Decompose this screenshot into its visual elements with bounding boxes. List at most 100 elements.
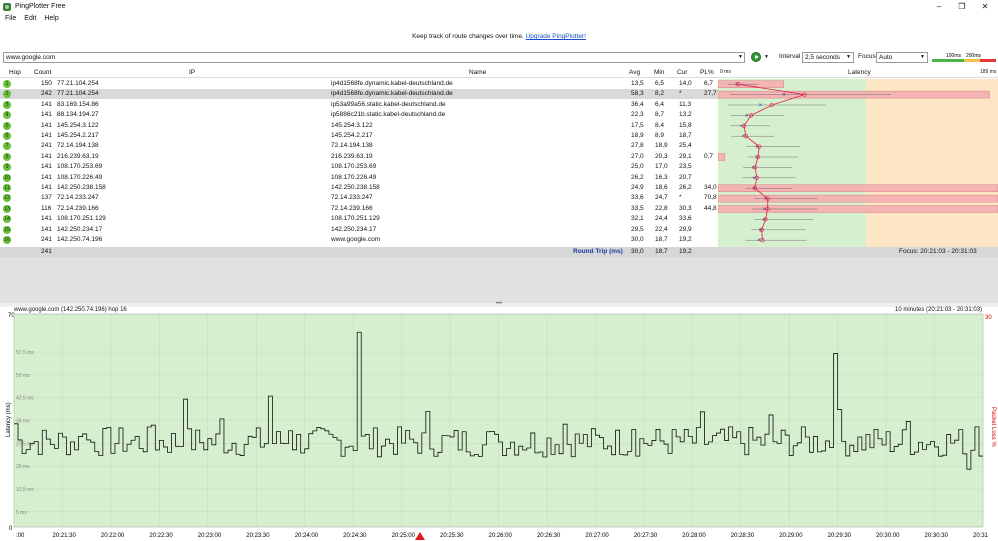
- col-ip[interactable]: IP: [189, 69, 195, 76]
- cell-min: 8,9: [655, 132, 665, 139]
- table-row[interactable]: 7 241 72.14.194.138 72.14.194.138 27,8 18,9 25…: [0, 141, 718, 151]
- cell-cur: 29,1: [679, 152, 692, 160]
- table-row[interactable]: 6 141 145.254.2.217 145.254.2.217 18,9 8,9 18,…: [0, 131, 718, 141]
- cell-cur: 30,3: [679, 204, 692, 212]
- table-row[interactable]: 1 150 77.21.104.254 ip4d1568fe.dynamic.kabe…: [0, 79, 718, 89]
- cell-cur: 29,9: [679, 225, 692, 233]
- table-row[interactable]: 13 116 72.14.239.166 72.14.239.166 33,5 22,8 3…: [0, 204, 718, 214]
- y-tick-label: 5 ms: [16, 510, 27, 516]
- cell-cur: *: [679, 90, 682, 98]
- cell-cur: 11,3: [679, 100, 692, 108]
- table-row[interactable]: 11 141 142.250.238.158 142.250.238.158 24,9 1…: [0, 183, 718, 193]
- cell-avg: 27,8: [631, 142, 644, 150]
- interval-label: Interval: [779, 53, 801, 60]
- cell-count: 141: [41, 163, 52, 171]
- window-title: PingPlotter Free: [15, 3, 66, 10]
- maximize-icon[interactable]: ❐: [951, 0, 973, 13]
- cell-avg: 33,5: [631, 204, 644, 212]
- hop-badge: 16: [3, 236, 11, 244]
- col-count[interactable]: Count: [34, 69, 51, 76]
- cell-count: 141: [41, 215, 52, 223]
- col-min[interactable]: Min: [654, 69, 664, 76]
- x-tick-label: 20:28:00: [682, 533, 706, 539]
- hop-badge: 3: [3, 100, 11, 109]
- menu-edit[interactable]: Edit: [24, 15, 36, 22]
- table-row[interactable]: 8 141 216.239.63.19 216.239.63.19 27,0 20,3 29…: [0, 152, 718, 162]
- upgrade-link[interactable]: Upgrade PingPlotter!: [526, 33, 586, 40]
- interval-select[interactable]: 2,5 seconds ▼: [802, 52, 854, 63]
- cell-name: www.google.com: [331, 236, 381, 243]
- cell-min: 6,4: [655, 100, 665, 108]
- cell-name: 108.170.251.129: [331, 215, 380, 223]
- position-marker-icon[interactable]: [415, 532, 425, 540]
- cell-min: 6,5: [655, 80, 665, 87]
- start-tracing-button[interactable]: [751, 52, 761, 62]
- cell-name: 145.254.2.217: [331, 132, 373, 139]
- x-tick-label: 20:24:30: [343, 533, 367, 539]
- x-tick-label: 20:28:30: [731, 533, 755, 539]
- chevron-down-icon[interactable]: ▼: [738, 53, 743, 62]
- cell-ip: 88.134.194.27: [57, 111, 99, 119]
- y2-axis-label: Packet Loss %: [990, 407, 996, 447]
- cell-name: 72.14.194.138: [331, 142, 373, 150]
- chevron-down-icon: ▼: [846, 54, 851, 60]
- table-row[interactable]: 9 141 108.170.253.69 108.170.253.69 25,0 17,0…: [0, 162, 718, 172]
- cell-name: ip5886c21b.static.kabel-deutschland.de: [331, 111, 446, 119]
- cell-avg: 25,0: [631, 163, 644, 171]
- minimize-icon[interactable]: –: [928, 0, 950, 13]
- menu-help[interactable]: Help: [44, 15, 58, 22]
- cell-avg: 17,5: [631, 121, 644, 129]
- focus-select[interactable]: Auto ▼: [876, 52, 928, 63]
- chevron-down-icon[interactable]: ▼: [764, 54, 769, 60]
- cell-count: 141: [41, 132, 52, 139]
- cell-cur: *: [679, 194, 682, 202]
- table-row[interactable]: 12 137 72.14.233.247 72.14.233.247 33,6 24,7 *…: [0, 193, 718, 203]
- cell-min: 18,6: [655, 184, 668, 191]
- hop-badge: 4: [3, 111, 11, 120]
- cell-count: 141: [41, 111, 52, 119]
- table-row[interactable]: 14 141 108.170.251.129 108.170.251.129 32,1 2…: [0, 214, 718, 224]
- trace-grid: × × × × × × × × × × × × × × × × 1 150 77.21.104.254 ip4d15…: [0, 79, 998, 247]
- table-row[interactable]: 3 141 83.169.154.86 ip53a99a56.static.kabel…: [0, 100, 718, 110]
- col-avg[interactable]: Avg: [629, 69, 640, 76]
- hop-badge: 13: [3, 204, 11, 213]
- table-row[interactable]: 2 242 77.21.104.254 ip4d1568fe.dynamic.kabe…: [0, 89, 718, 100]
- table-row[interactable]: 5 141 145.254.3.122 145.254.3.122 17,5 8,4 15,…: [0, 121, 718, 131]
- x-tick-label: 20:29:30: [828, 533, 852, 539]
- menu-file[interactable]: File: [5, 15, 16, 22]
- rt-cur: 19,2: [679, 248, 692, 255]
- cell-min: 8,4: [655, 121, 665, 129]
- pl-max-label: 30: [985, 315, 992, 321]
- cell-name: 108.170.226.49: [331, 173, 377, 181]
- close-icon[interactable]: ✕: [974, 0, 996, 13]
- cell-count: 141: [41, 100, 52, 108]
- cell-name: 142.250.238.158: [331, 184, 380, 191]
- table-row[interactable]: 10 141 108.170.226.49 108.170.226.49 26,2 16,…: [0, 173, 718, 183]
- rt-avg: 30,0: [631, 248, 644, 255]
- cell-min: 22,8: [655, 204, 668, 212]
- table-row[interactable]: 4 141 88.134.194.27 ip5886c21b.static.kabel…: [0, 110, 718, 120]
- cell-name: 72.14.239.166: [331, 204, 373, 212]
- y-tick-label: 27,5 ms: [16, 441, 34, 447]
- col-cur[interactable]: Cur: [677, 69, 687, 76]
- cell-cur: 15,8: [679, 121, 692, 129]
- cell-ip: 145.254.3.122: [57, 121, 99, 129]
- cell-ip: 142.250.74.196: [57, 236, 103, 243]
- timeline-graph: 70 0 30 57,5 ms50 ms42,5 ms35 ms27,5 ms2…: [6, 313, 996, 540]
- cell-count: 141: [41, 184, 52, 191]
- cell-ip: 108.170.253.69: [57, 163, 103, 171]
- col-pl[interactable]: PL%: [700, 69, 714, 76]
- target-input[interactable]: www.google.com ▼: [3, 52, 745, 63]
- x-tick-label: 20:31: [973, 533, 989, 539]
- cell-avg: 36,4: [631, 100, 644, 108]
- cell-pl: 44,8: [704, 204, 717, 212]
- col-hop[interactable]: Hop: [9, 69, 21, 76]
- col-name[interactable]: Name: [469, 69, 486, 76]
- table-row[interactable]: 16 241 142.250.74.196 www.google.com 30,0 18,…: [0, 235, 718, 245]
- cell-ip: 83.169.154.86: [57, 100, 99, 108]
- col-latency[interactable]: Latency: [848, 69, 871, 76]
- round-trip-row: 241 Round Trip (ms) 30,0 18,7 19,2 Focus…: [0, 247, 998, 257]
- table-row[interactable]: 15 141 142.250.234.17 142.250.234.17 29,5 22,…: [0, 225, 718, 235]
- cell-name: 108.170.253.69: [331, 163, 377, 171]
- latency-max-label: 189 ms: [980, 69, 997, 75]
